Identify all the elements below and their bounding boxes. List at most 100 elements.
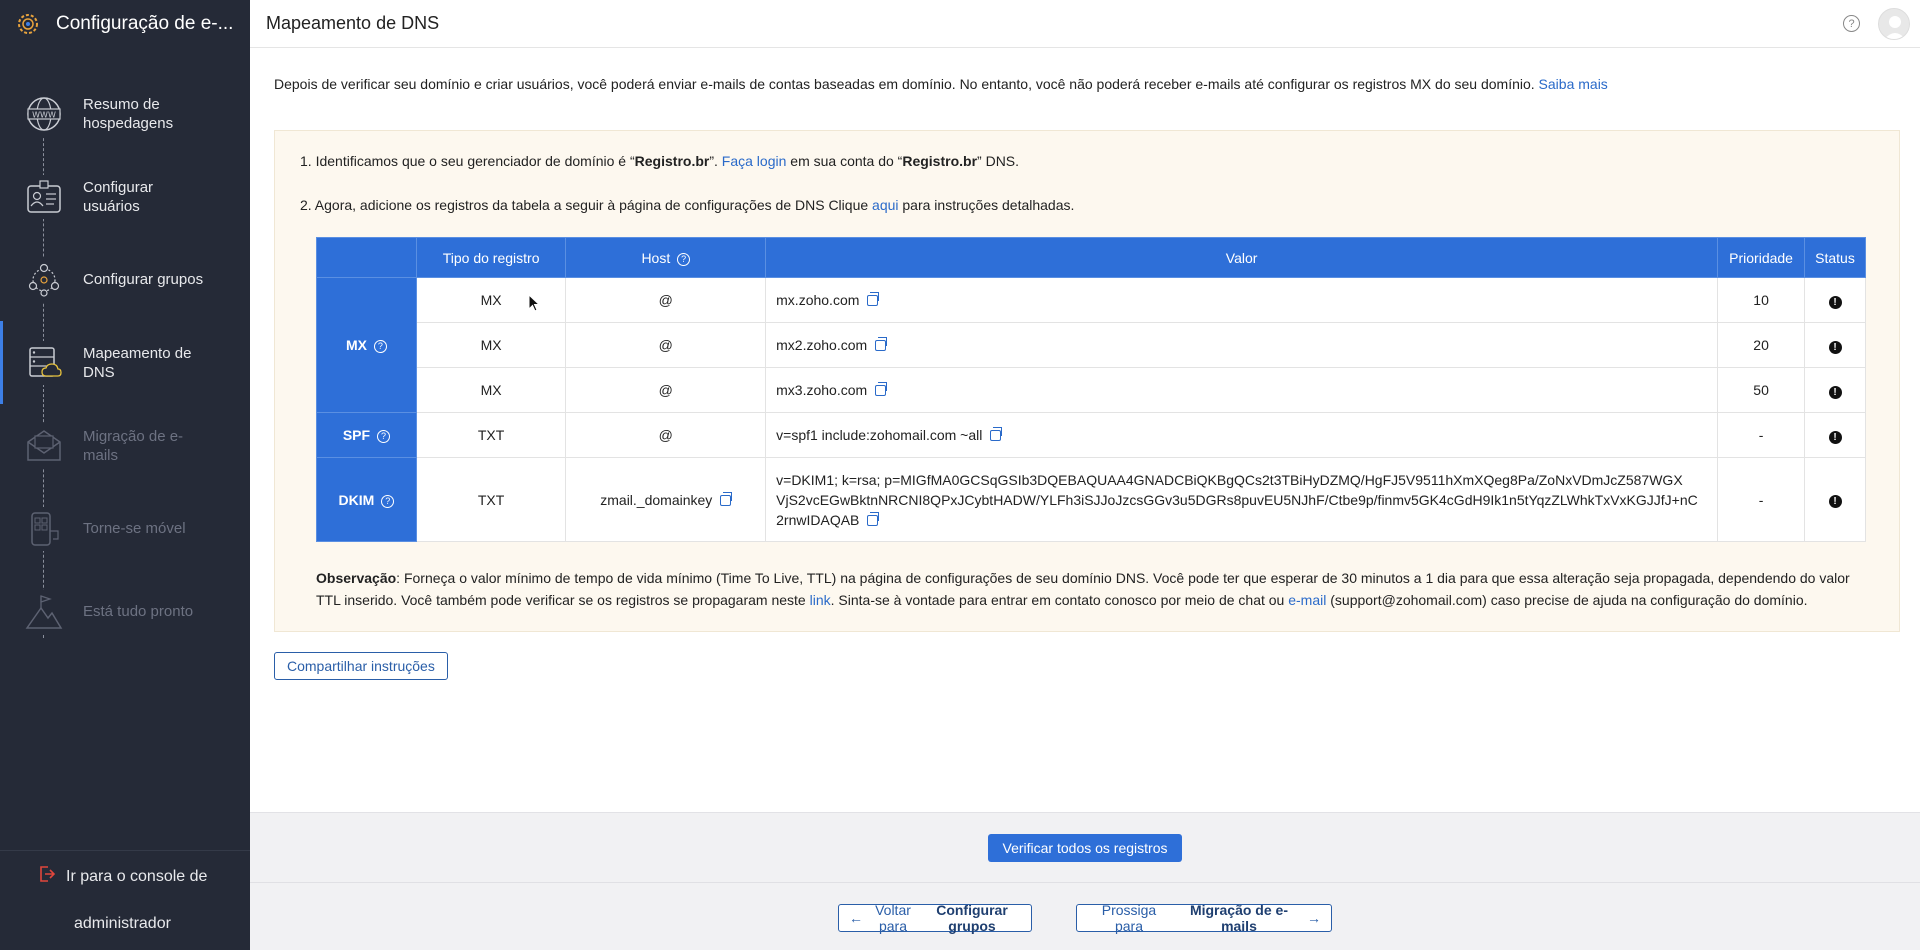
mx-group-label: MX ? — [316, 277, 417, 413]
copy-icon[interactable] — [990, 427, 1003, 441]
record-host: @ — [565, 367, 767, 413]
admin-console-label-cont[interactable]: administrador — [74, 915, 171, 933]
registrar-name: Registro.br — [902, 153, 978, 169]
column-header-priority: Prioridade — [1717, 237, 1806, 278]
top-bar: Mapeamento de DNS ? — [250, 0, 1920, 48]
status-warning-icon[interactable]: ! — [1828, 495, 1842, 508]
sidebar-step-pronto[interactable]: Está tudo pronto — [0, 570, 250, 653]
status-warning-icon[interactable]: ! — [1828, 430, 1842, 444]
copy-icon[interactable] — [720, 491, 733, 506]
avatar[interactable] — [1878, 8, 1910, 40]
status-warning-icon[interactable]: ! — [1828, 340, 1842, 354]
sidebar-step-dns[interactable]: Mapeamento de DNS — [0, 321, 250, 404]
instructions-link[interactable]: aqui — [872, 197, 898, 213]
table-header-row: Tipo do registro Host ? Valor Prioridade… — [316, 237, 1866, 278]
sidebar-step-movel[interactable]: Torne-se móvel — [0, 487, 250, 570]
spf-group-label: SPF ? — [316, 412, 417, 458]
intro-body: Depois de verificar seu domínio e criar … — [274, 76, 1535, 92]
propagation-link[interactable]: link — [810, 592, 831, 608]
mx-label: MX — [345, 337, 367, 353]
table-row: MX @ mx2.zoho.com 20 ! — [317, 322, 1866, 368]
column-header-host: Host ? — [565, 237, 767, 278]
dkim-value-line: v=DKIM1; k=rsa; p=MIGfMA0GCSqGSIb3DQEBAQ… — [776, 471, 1683, 488]
admin-console-link[interactable]: Ir para o console de administrador — [0, 850, 250, 950]
table-row: MX @ mx3.zoho.com 50 ! — [317, 367, 1866, 413]
back-target: Configurar grupos — [936, 902, 1008, 934]
record-value: v=spf1 include:zohomail.com ~all — [765, 412, 1719, 458]
sidebar-step-label: Está tudo pronto — [83, 603, 194, 620]
group-network-icon — [22, 257, 66, 302]
table-row: DKIM ? TXT zmail._domainkey v=DKIM1; k=r… — [316, 457, 1866, 542]
dkim-help-icon[interactable]: ? — [381, 494, 395, 508]
back-prefix: Voltar para — [875, 902, 911, 934]
record-status: ! — [1804, 457, 1866, 542]
mx-help-icon[interactable]: ? — [373, 340, 387, 353]
exit-icon — [38, 865, 56, 888]
next-target: Migração de e-mails — [1189, 902, 1288, 934]
column-header-status: Status — [1804, 237, 1866, 278]
next-prefix: Prossiga para — [1101, 902, 1157, 934]
dns-records-table: Tipo do registro Host ? Valor Prioridade… — [316, 237, 1866, 542]
record-value-text: mx3.zoho.com — [776, 382, 868, 398]
user-card-icon — [22, 174, 66, 219]
table-row: MX ? MX @ mx.zoho.com 10 ! — [316, 277, 1866, 413]
record-type: MX — [415, 322, 567, 368]
intro-text: Depois de verificar seu domínio e criar … — [274, 76, 1608, 92]
dns-server-icon — [22, 340, 66, 385]
mail-migration-icon — [22, 423, 66, 468]
record-host-text: zmail._domainkey — [600, 491, 713, 508]
main-content: Mapeamento de DNS ? Depois de verificar … — [250, 0, 1920, 950]
sidebar-step-label: Mapeamento de DNS — [83, 344, 192, 381]
dkim-label: DKIM — [338, 491, 375, 508]
bottom-divider — [250, 882, 1920, 883]
sidebar-step-resumo[interactable]: WWW Resumo de hospedagens — [0, 72, 250, 155]
sidebar-step-grupos[interactable]: Configurar grupos — [0, 238, 250, 321]
login-link[interactable]: Faça login — [722, 153, 787, 169]
step1-text: em sua conta do “ — [790, 153, 903, 169]
instruction-step-1: 1. Identificamos que o seu gerenciador d… — [300, 153, 1019, 169]
record-value: mx3.zoho.com — [765, 367, 1719, 413]
admin-console-line[interactable]: Ir para o console de — [38, 865, 207, 888]
status-warning-icon[interactable]: ! — [1828, 385, 1842, 399]
copy-icon[interactable] — [875, 337, 888, 351]
record-value-text: mx.zoho.com — [776, 292, 860, 308]
help-icon[interactable]: ? — [1843, 15, 1860, 32]
sidebar-step-label: Configurar grupos — [83, 271, 204, 288]
copy-icon[interactable] — [875, 382, 888, 396]
next-button[interactable]: Prossiga para Migração de e-mails → — [1076, 902, 1332, 934]
sidebar-step-label: Torne-se móvel — [83, 520, 186, 537]
sidebar-step-migracao[interactable]: Migração de e-mails — [0, 404, 250, 487]
support-email-link[interactable]: e-mail — [1288, 592, 1326, 608]
step2-text: para instruções detalhadas. — [902, 197, 1075, 213]
record-host: @ — [565, 277, 767, 323]
share-instructions-button[interactable]: Compartilhar instruções — [274, 652, 448, 680]
table-row: SPF ? TXT @ v=spf1 include:zohomail.com … — [316, 412, 1866, 458]
app-title: Configuração de e-... — [56, 13, 234, 34]
record-type: MX — [415, 277, 567, 323]
spf-help-icon[interactable]: ? — [376, 430, 390, 443]
note-text: . Sinta-se à vontade para entrar em cont… — [830, 592, 1285, 608]
learn-more-link[interactable]: Saiba mais — [1539, 76, 1608, 92]
copy-icon[interactable] — [867, 511, 880, 526]
dkim-value-line-last: 2rnwIDAQAB — [776, 510, 1707, 530]
mouse-cursor-icon — [528, 293, 541, 315]
host-help-icon[interactable]: ? — [677, 252, 691, 266]
copy-icon[interactable] — [867, 292, 880, 306]
sidebar-step-label: Configurar usuários — [83, 178, 154, 215]
back-button[interactable]: ← Voltar para Configurar grupos — [838, 902, 1032, 934]
note-label: Observação — [316, 570, 397, 586]
svg-text:WWW: WWW — [32, 110, 56, 119]
dkim-group-label: DKIM ? — [316, 457, 417, 542]
registrar-name: Registro.br — [634, 153, 710, 169]
verify-all-records-button[interactable]: Verificar todos os registros — [988, 834, 1182, 862]
record-type: TXT — [415, 412, 567, 458]
admin-console-label[interactable]: Ir para o console de — [66, 868, 207, 886]
sidebar-header: Configuração de e-... — [0, 0, 250, 48]
sidebar-step-usuarios[interactable]: Configurar usuários — [0, 155, 250, 238]
setup-gear-icon — [14, 10, 42, 38]
sidebar: Configuração de e-... WWW Resumo de hosp… — [0, 0, 250, 950]
sidebar-step-label: Migração de e-mails — [83, 427, 184, 464]
bottom-action-bar: Verificar todos os registros ← Voltar par… — [250, 812, 1920, 950]
globe-www-icon: WWW — [22, 91, 66, 136]
status-warning-icon[interactable]: ! — [1828, 295, 1842, 309]
